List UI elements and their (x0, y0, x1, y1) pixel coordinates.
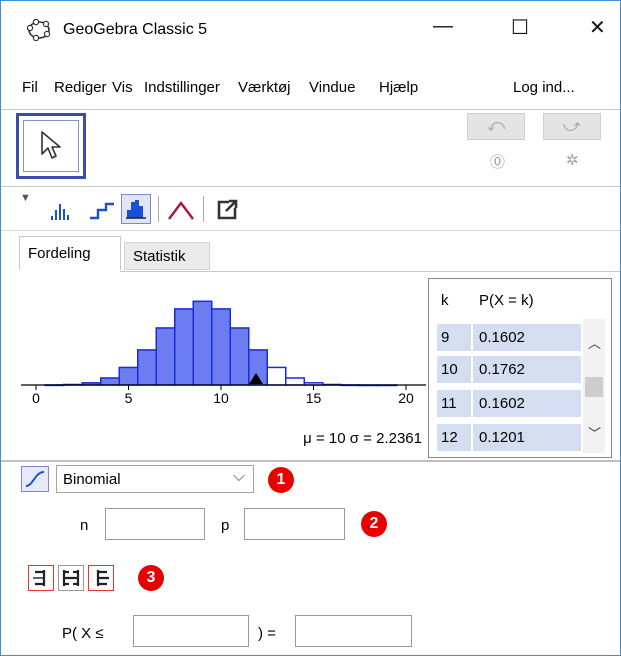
bar-k-6 (137, 349, 157, 386)
table-row[interactable]: 12 0.1201 (437, 423, 581, 451)
menu-vaerktoej[interactable]: Værktøj (238, 79, 291, 96)
login-link[interactable]: Log ind... (513, 79, 575, 96)
probability-prefix: P( X ≤ (62, 625, 104, 642)
probability-suffix: ) = (258, 625, 276, 642)
menu-rediger[interactable]: Rediger (54, 79, 107, 96)
n-label: n (80, 517, 89, 534)
x-tick-label: 20 (398, 390, 414, 406)
interval-button[interactable] (58, 565, 84, 591)
cell-k: 11 (437, 389, 473, 417)
left-sided-button[interactable] (28, 565, 54, 591)
scroll-down-icon[interactable]: ﹀ (588, 423, 601, 442)
x-tick-label: 5 (125, 390, 133, 406)
distribution-select[interactable]: Binomial ⌵ (56, 465, 254, 493)
stats-label: μ = 10 σ = 2.2361 (303, 430, 422, 447)
minimize-button[interactable]: — (433, 15, 453, 38)
pointer-icon (41, 131, 61, 159)
histogram-icon (126, 200, 146, 219)
probability-chart: 0 5 10 15 20 μ = 10 σ = 2.2361 (21, 300, 426, 447)
export-icon[interactable] (215, 198, 239, 222)
redo-button[interactable]: ⤻ (543, 113, 601, 140)
menu-triangle-icon[interactable]: ▼ (20, 192, 31, 204)
cell-p: 0.1602 (473, 323, 581, 351)
step-graph-icon[interactable] (89, 201, 115, 221)
menu-hjaelp[interactable]: Hjælp (379, 79, 418, 96)
bound-input[interactable] (133, 615, 249, 647)
view-toolbar: ▼ (1, 188, 620, 231)
menu-fil[interactable]: Fil (22, 79, 38, 96)
toolbar (1, 109, 620, 187)
chevron-down-icon: ⌵ (232, 468, 245, 485)
table-row[interactable]: 10 0.1762 (437, 355, 581, 383)
right-sided-button[interactable] (88, 565, 114, 591)
menu-indstillinger[interactable]: Indstillinger (144, 79, 220, 96)
probability-table: k P(X = k) 9 0.1602 10 0.1762 11 0.1602 … (428, 278, 612, 458)
tab-fordeling[interactable]: Fordeling (19, 236, 121, 270)
annotation-badge: 3 (138, 565, 164, 591)
right-sided-icon (96, 570, 109, 586)
cell-p: 0.1602 (473, 389, 581, 417)
bar-k-4 (100, 377, 120, 386)
bar-k-11 (229, 327, 250, 386)
cumulative-toggle-button[interactable] (21, 466, 49, 492)
p-input[interactable] (244, 508, 345, 540)
bar-k-13 (266, 366, 287, 386)
title-bar: GeoGebra Classic 5 — ☐ ✕ (1, 1, 620, 59)
normal-overlay-icon[interactable] (167, 199, 195, 221)
x-tick-label: 10 (213, 390, 229, 406)
n-input[interactable] (105, 508, 205, 540)
bar-k-14 (285, 377, 305, 386)
cell-k: 12 (437, 423, 473, 451)
move-tool-button[interactable] (16, 113, 86, 179)
menu-vindue[interactable]: Vindue (309, 79, 355, 96)
bar-graph-icon[interactable] (49, 200, 73, 222)
cell-k: 10 (437, 355, 473, 383)
bar-k-7 (155, 327, 176, 386)
undo-button[interactable]: ⤺ (467, 113, 525, 140)
bar-k-8 (174, 308, 194, 386)
cell-p: 0.1762 (473, 355, 581, 383)
scroll-up-icon[interactable]: ︿ (588, 333, 601, 352)
x-tick-label: 15 (306, 390, 322, 406)
result-field (295, 615, 412, 647)
tab-statistik[interactable]: Statistik (124, 242, 210, 270)
window-title: GeoGebra Classic 5 (63, 21, 208, 38)
menu-bar: Fil Rediger Vis Indstillinger Værktøj Vi… (1, 69, 620, 105)
header-k: k (441, 292, 449, 309)
distribution-value: Binomial (63, 471, 121, 488)
cumulative-curve-icon (25, 471, 45, 487)
tab-bar: Fordeling Statistik (1, 232, 620, 272)
close-button[interactable]: ✕ (589, 15, 606, 40)
annotation-badge: 1 (268, 467, 294, 493)
table-row[interactable]: 9 0.1602 (437, 323, 581, 351)
x-tick-label: 0 (32, 390, 40, 406)
scroll-thumb[interactable] (585, 377, 603, 397)
maximize-button[interactable]: ☐ (511, 15, 529, 40)
annotation-badge: 2 (361, 511, 387, 537)
gear-icon[interactable]: ✲ (566, 151, 579, 169)
help-icon[interactable]: ⓪ (490, 151, 505, 172)
interval-icon (62, 570, 80, 586)
cell-k: 9 (437, 323, 473, 351)
cell-p: 0.1201 (473, 423, 581, 451)
header-p: P(X = k) (479, 292, 534, 309)
bar-k-9 (192, 300, 213, 386)
geogebra-logo-icon (27, 19, 51, 41)
histogram-button[interactable] (121, 194, 151, 224)
left-sided-icon (33, 570, 46, 586)
menu-vis[interactable]: Vis (112, 79, 133, 96)
p-label: p (221, 517, 230, 534)
table-header: k P(X = k) (437, 287, 581, 315)
table-row[interactable]: 11 0.1602 (437, 389, 581, 417)
table-scrollbar[interactable]: ︿ ﹀ (583, 319, 605, 453)
bar-k-5 (118, 366, 139, 386)
bar-k-10 (211, 308, 231, 386)
